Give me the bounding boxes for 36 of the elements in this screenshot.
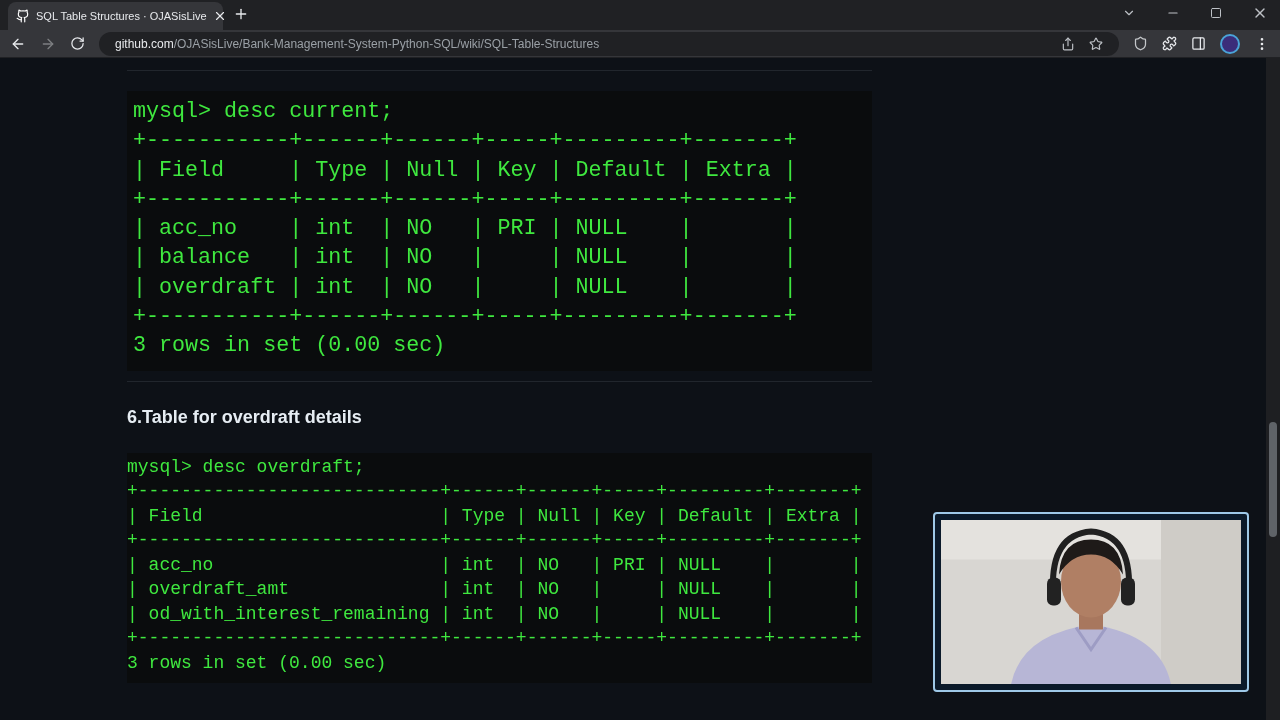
terminal-line: +-----------+------+------+-----+---------+-------+ bbox=[133, 185, 797, 214]
bookmark-star-icon[interactable] bbox=[1089, 36, 1103, 51]
address-bar[interactable]: github.com/OJASisLive/Bank-Management-System-Python-SQL/wiki/SQL-Table-Structures bbox=[99, 31, 1119, 56]
terminal-line: | acc_no | int | NO | PRI | NULL | | bbox=[127, 553, 862, 577]
url-path: /OJASisLive/Bank-Management-System-Python-SQL/wiki/SQL-Table-Structures bbox=[173, 35, 600, 53]
browser-tab[interactable]: SQL Table Structures · OJASisLive bbox=[8, 2, 223, 30]
terminal-line: 3 rows in set (0.00 sec) bbox=[133, 332, 446, 361]
terminal-line: +-----------+------+------+-----+---------+-------+ bbox=[133, 127, 797, 156]
new-tab-icon[interactable] bbox=[233, 6, 249, 22]
terminal-line: +-----------+------+------+-----+---------+-------+ bbox=[133, 303, 797, 332]
terminal-line: | overdraft | int | NO | | NULL | | bbox=[133, 273, 797, 302]
terminal-line: +----------------------------+------+------+-----+---------+-------+ bbox=[127, 529, 862, 553]
shield-icon[interactable] bbox=[1133, 36, 1148, 51]
terminal-line: | od_with_interest_remaining | int | NO | | NULL | | bbox=[127, 602, 862, 626]
terminal-line: | overdraft_amt | int | NO | | NULL | | bbox=[127, 578, 862, 602]
terminal-line: | acc_no | int | NO | PRI | NULL | | bbox=[133, 215, 797, 244]
scrollbar-thumb[interactable] bbox=[1269, 422, 1277, 537]
terminal-line: | balance | int | NO | | NULL | | bbox=[133, 244, 797, 273]
side-panel-icon[interactable] bbox=[1191, 36, 1206, 51]
terminal-line: | Field | Type | Null | Key | Default | Extra | bbox=[133, 156, 797, 185]
section-heading: 6.Table for overdraft details bbox=[127, 405, 363, 429]
reload-icon[interactable] bbox=[70, 36, 85, 51]
terminal-line: +----------------------------+------+------+-----+---------+-------+ bbox=[127, 627, 862, 651]
terminal-line: 3 rows in set (0.00 sec) bbox=[127, 651, 387, 675]
restore-icon[interactable] bbox=[1210, 7, 1222, 19]
tab-title: SQL Table Structures · OJASisLive bbox=[36, 8, 207, 24]
share-icon[interactable] bbox=[1061, 36, 1075, 51]
url-host: github.com bbox=[115, 35, 174, 53]
profile-avatar[interactable] bbox=[1220, 33, 1240, 54]
github-icon bbox=[16, 9, 30, 23]
extensions-icon[interactable] bbox=[1162, 36, 1177, 51]
terminal-line: +----------------------------+------+------+-----+---------+-------+ bbox=[127, 480, 862, 504]
scrollbar[interactable] bbox=[1266, 58, 1280, 720]
terminal-line: mysql> desc overdraft; bbox=[127, 455, 365, 479]
terminal-line: | Field | Type | Null | Key | Default | Extra | bbox=[127, 504, 862, 528]
terminal-line: mysql> desc current; bbox=[133, 98, 394, 126]
